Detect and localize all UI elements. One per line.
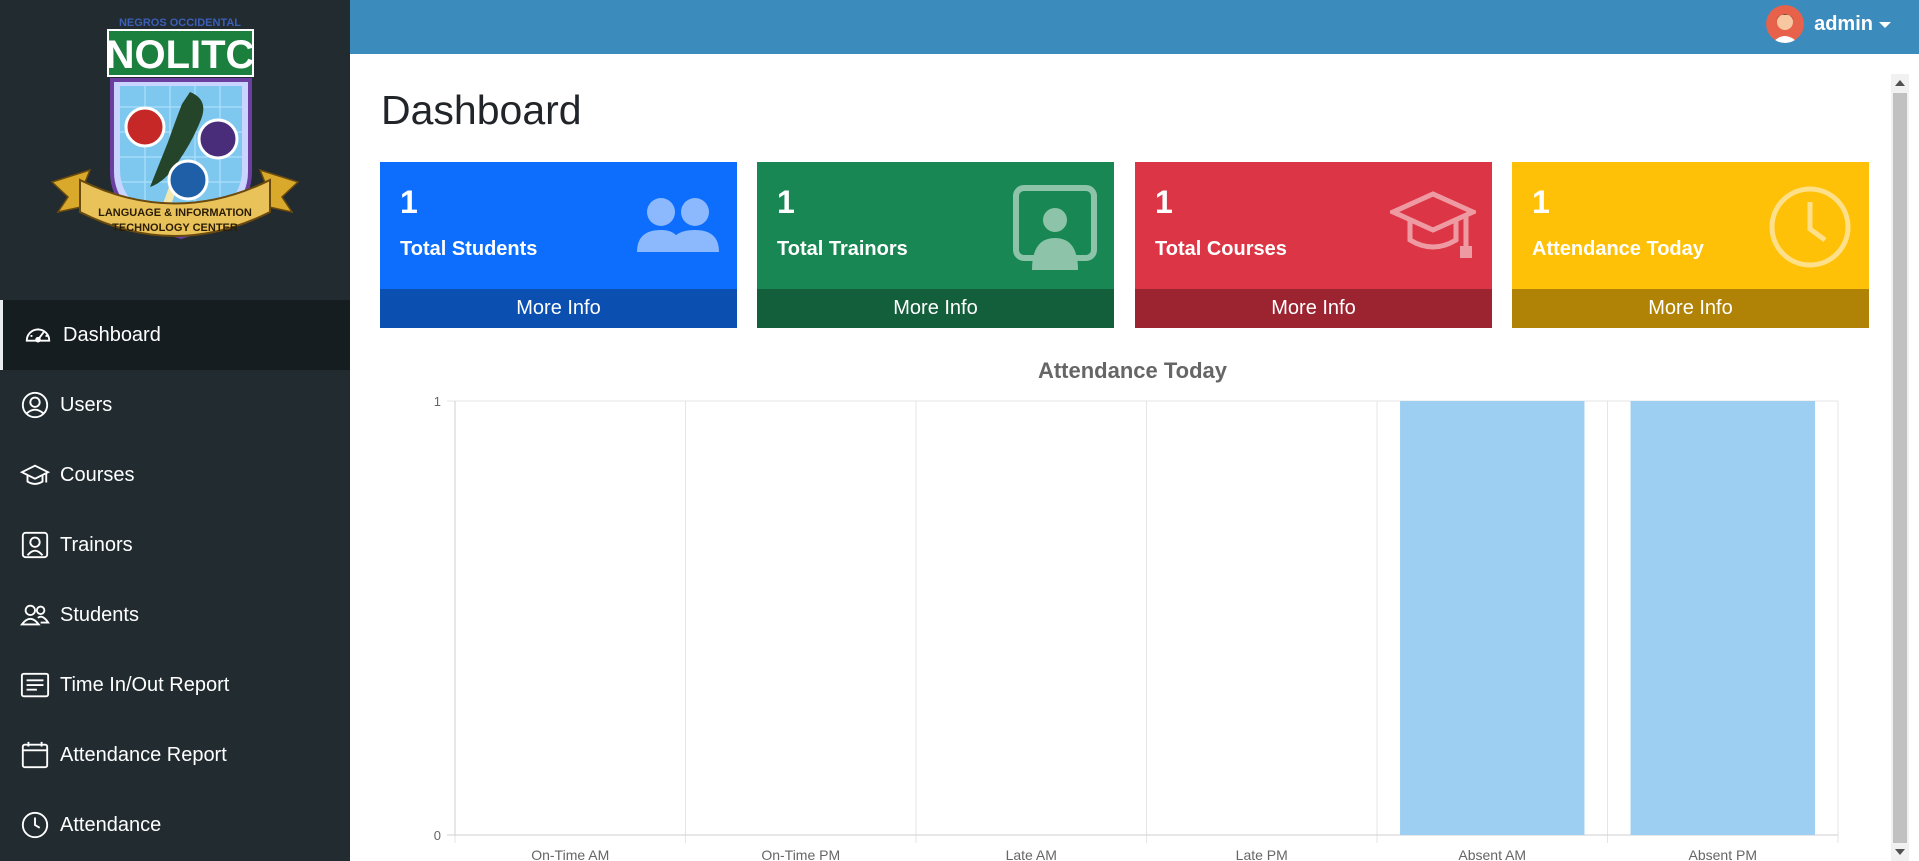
sidebar-item-label: Courses [60,463,135,486]
sidebar-item-label: Trainors [60,533,133,556]
sidebar-nav: Dashboard Users Courses Trainors Student… [0,300,350,860]
logo-ribbon-line1: LANGUAGE & INFORMATION [98,207,252,219]
sidebar-item-users[interactable]: Users [0,370,350,440]
scroll-thumb[interactable] [1893,93,1907,843]
sidebar-item-attendance-report[interactable]: Attendance Report [0,720,350,790]
chart-bar [1400,401,1585,835]
sidebar-item-attendance[interactable]: Attendance [0,790,350,860]
sidebar-item-label: Attendance Report [60,743,227,766]
user-menu-dropdown[interactable]: admin [1766,4,1891,44]
sidebar-item-label: Attendance [60,813,162,836]
chart-x-tick-label: Late PM [1236,847,1288,861]
sidebar-item-dashboard[interactable]: Dashboard [0,300,350,370]
chart-x-tick-label: Late AM [1006,847,1057,861]
speedometer-icon [23,320,53,350]
arrow-down-icon [1895,849,1905,855]
calendar-icon [20,740,50,770]
sidebar-item-label: Dashboard [63,323,161,346]
card-text-icon [20,670,50,700]
top-navbar: admin [350,0,1919,54]
sidebar-item-label: Students [60,603,139,626]
chart-y-tick-label: 1 [434,394,441,409]
clock-icon [20,810,50,840]
sidebar-item-trainors[interactable]: Trainors [0,510,350,580]
person-circle-icon [20,390,50,420]
chart-x-tick-label: Absent AM [1458,847,1526,861]
avatar [1766,5,1805,43]
sidebar-item-students[interactable]: Students [0,580,350,650]
people-icon [20,600,50,630]
person-square-icon [20,530,50,560]
sidebar-item-time-in-out-report[interactable]: Time In/Out Report [0,650,350,720]
logo-graphic: NEGROS OCCIDENTAL NOLITC LANGUAGE & INFO… [50,17,300,240]
scroll-up-button[interactable] [1891,74,1909,92]
chart-x-tick-label: On-Time AM [531,847,609,861]
sidebar-item-label: Users [60,393,113,416]
chart-bar [1630,401,1815,835]
scroll-down-button[interactable] [1891,843,1909,861]
chevron-down-icon [1879,22,1891,28]
sidebar: NEGROS OCCIDENTAL NOLITC LANGUAGE & INFO… [0,0,350,861]
sidebar-item-courses[interactable]: Courses [0,440,350,510]
user-name: admin [1814,12,1873,35]
vertical-scrollbar[interactable] [1891,74,1909,861]
mortarboard-icon [20,460,50,490]
logo-ribbon-line2: TECHNOLOGY CENTER [112,222,238,234]
chart-y-tick-label: 0 [434,828,441,843]
arrow-up-icon [1895,80,1905,86]
chart-x-tick-label: Absent PM [1689,847,1757,861]
main-content: Dashboard 1 Total Students More Info 1 T… [350,54,1919,861]
logo-top-text: NEGROS OCCIDENTAL [119,17,241,29]
sidebar-item-label: Time In/Out Report [60,673,230,696]
attendance-bar-chart: 0 1 On-Time AM On-Time PM Late AM Late PM Abse… [434,394,1839,861]
nolitc-logo: NEGROS OCCIDENTAL NOLITC LANGUAGE & INFO… [50,12,300,257]
logo-brand-text: NOLITC [106,33,255,77]
chart-x-tick-label: On-Time PM [761,847,840,861]
